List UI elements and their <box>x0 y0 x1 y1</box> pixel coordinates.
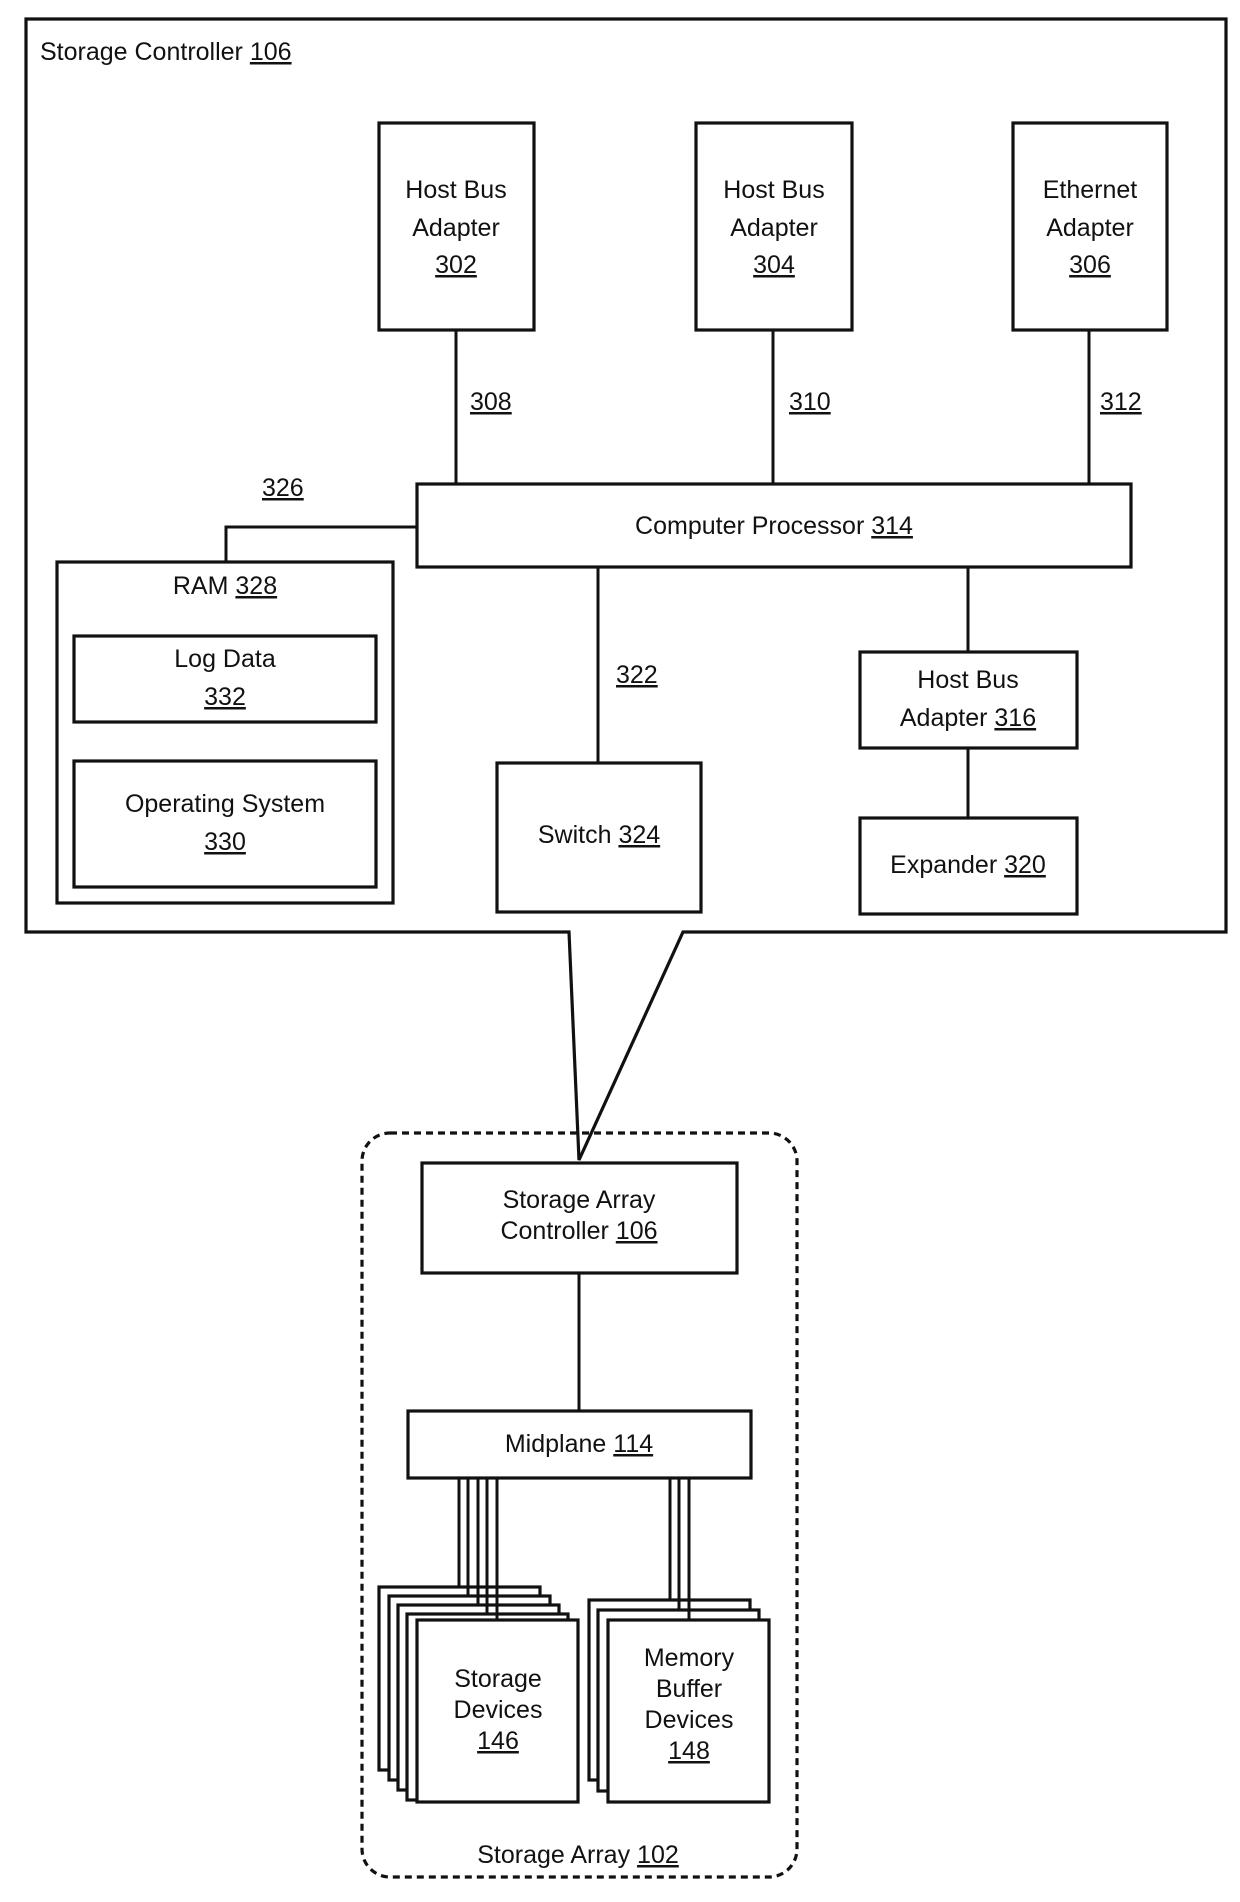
memory-buffer-line2: Buffer <box>656 1675 722 1703</box>
os-ref: 330 <box>204 828 246 856</box>
sac-line1: Storage Array <box>503 1186 656 1214</box>
switch-label: Switch 324 <box>538 821 660 849</box>
host-bus-adapter-304[interactable]: Host Bus Adapter 304 <box>694 121 854 332</box>
log-data-label: Log Data <box>174 645 276 673</box>
ethernet-adapter-306[interactable]: Ethernet Adapter 306 <box>1011 121 1169 332</box>
link-312-label: 312 <box>1100 388 1142 416</box>
switch-324[interactable]: Switch 324 <box>495 761 703 914</box>
memory-buffer-line1: Memory <box>644 1644 735 1672</box>
log-data-ref: 332 <box>204 683 246 711</box>
link-310-label: 310 <box>789 388 831 416</box>
os-label: Operating System <box>125 790 325 818</box>
expander-label: Expander 320 <box>890 851 1046 879</box>
ram-label: RAM 328 <box>173 572 277 600</box>
storage-array-controller-106[interactable]: Storage Array Controller 106 <box>420 1161 739 1275</box>
hba-302-line2: Adapter <box>412 214 500 242</box>
hba-302-ref: 302 <box>435 251 477 279</box>
memory-buffer-ref: 148 <box>668 1737 710 1765</box>
storage-devices-line1: Storage <box>454 1665 542 1693</box>
hba-302-line1: Host Bus <box>405 176 506 204</box>
link-308-label: 308 <box>470 388 512 416</box>
ethernet-306-ref: 306 <box>1069 251 1111 279</box>
computer-processor-314[interactable]: Computer Processor 314 <box>415 482 1133 569</box>
memory-buffer-line3: Devices <box>645 1706 734 1734</box>
hba-304-line1: Host Bus <box>723 176 824 204</box>
log-data-332[interactable]: Log Data 332 <box>72 634 378 724</box>
storage-controller-title: Storage Controller 106 <box>40 38 292 66</box>
sac-line2: Controller 106 <box>500 1217 657 1245</box>
memory-buffer-devices-148[interactable]: Memory Buffer Devices 148 <box>587 1598 771 1804</box>
hba-304-line2: Adapter <box>730 214 818 242</box>
hba-316-line2: Adapter 316 <box>900 704 1036 732</box>
storage-devices-ref: 146 <box>477 1727 519 1755</box>
operating-system-330[interactable]: Operating System 330 <box>72 759 378 889</box>
ethernet-306-line1: Ethernet <box>1043 176 1138 204</box>
storage-devices-line2: Devices <box>454 1696 543 1724</box>
link-326-label: 326 <box>262 474 304 502</box>
storage-array-title: Storage Array 102 <box>477 1841 679 1869</box>
midplane-114[interactable]: Midplane 114 <box>406 1409 753 1480</box>
link-322-label: 322 <box>616 661 658 689</box>
processor-label: Computer Processor 314 <box>635 512 913 540</box>
storage-devices-146[interactable]: Storage Devices 146 <box>377 1585 580 1804</box>
link-326 <box>224 525 417 562</box>
midplane-label: Midplane 114 <box>505 1430 653 1458</box>
hba-316-line1: Host Bus <box>917 666 1018 694</box>
host-bus-adapter-302[interactable]: Host Bus Adapter 302 <box>377 121 536 332</box>
expander-320[interactable]: Expander 320 <box>858 816 1079 916</box>
host-bus-adapter-316[interactable]: Host Bus Adapter 316 <box>858 650 1079 750</box>
storage-controller-diagram: Storage Controller 106 Host Bus Adapter … <box>24 17 1228 1879</box>
hba-304-ref: 304 <box>753 251 795 279</box>
ethernet-306-line2: Adapter <box>1046 214 1134 242</box>
